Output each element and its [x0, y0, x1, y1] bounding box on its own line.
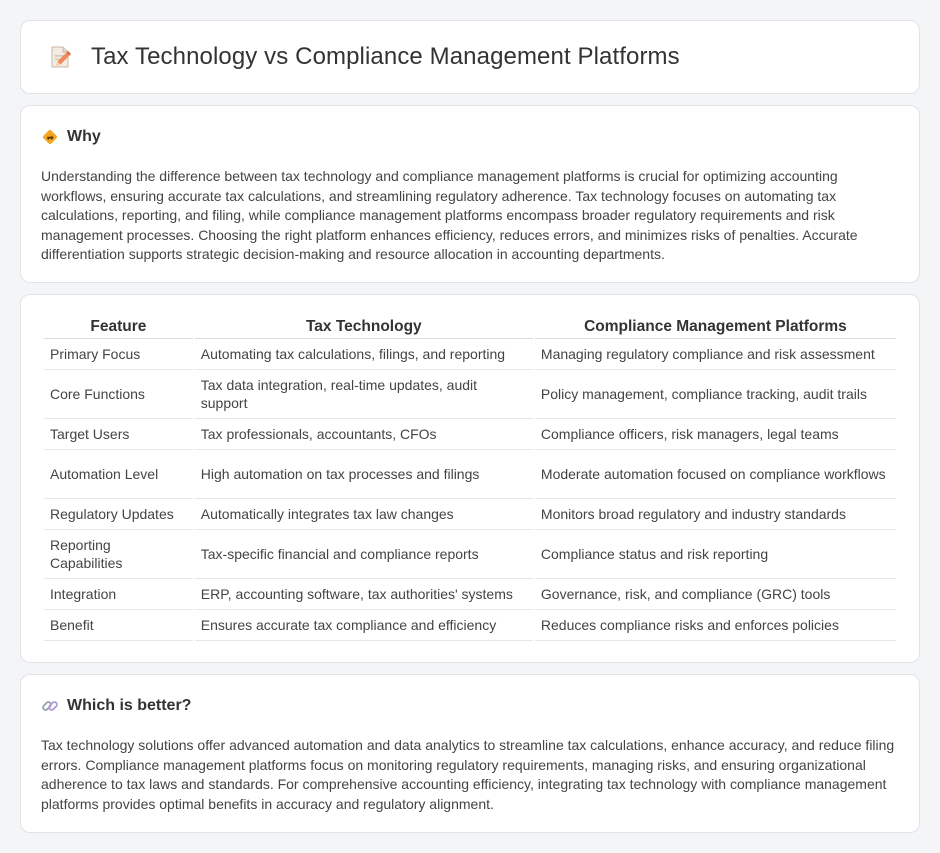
- why-text: Understanding the difference between tax…: [41, 168, 858, 263]
- table-header-row: Feature Tax Technology Compliance Manage…: [44, 317, 896, 339]
- compliance-platform-cell: Reduces compliance risks and enforces po…: [534, 610, 896, 641]
- table-row: Regulatory Updates Automatically integra…: [44, 499, 896, 530]
- tax-technology-cell: Automatically integrates tax law changes: [194, 499, 533, 530]
- column-header-compliance-platforms: Compliance Management Platforms: [534, 317, 896, 339]
- which-section-header: Which is better?: [41, 697, 899, 715]
- comparison-table-card: Feature Tax Technology Compliance Manage…: [20, 294, 920, 663]
- feature-cell: Benefit: [44, 610, 193, 641]
- tax-technology-cell: High automation on tax processes and fil…: [194, 450, 533, 499]
- table-row: Reporting Capabilities Tax-specific fina…: [44, 530, 896, 579]
- tax-technology-cell: Tax-specific financial and compliance re…: [194, 530, 533, 579]
- table-row: Automation Level High automation on tax …: [44, 450, 896, 499]
- tax-technology-cell: Automating tax calculations, filings, an…: [194, 339, 533, 370]
- compliance-platform-cell: Managing regulatory compliance and risk …: [534, 339, 896, 370]
- column-header-tax-technology: Tax Technology: [194, 317, 533, 339]
- tax-technology-cell: Tax professionals, accountants, CFOs: [194, 419, 533, 450]
- feature-cell: Primary Focus: [44, 339, 193, 370]
- feature-cell: Target Users: [44, 419, 193, 450]
- why-section-header: Why: [41, 128, 899, 146]
- header-card: Tax Technology vs Compliance Management …: [20, 20, 920, 94]
- link-icon: [41, 697, 59, 715]
- feature-cell: Reporting Capabilities: [44, 530, 193, 579]
- which-text: Tax technology solutions offer advanced …: [41, 737, 895, 812]
- compliance-platform-cell: Moderate automation focused on complianc…: [534, 450, 896, 499]
- tax-technology-cell: ERP, accounting software, tax authoritie…: [194, 579, 533, 610]
- which-title: Which is better?: [67, 697, 192, 714]
- compliance-platform-cell: Compliance officers, risk managers, lega…: [534, 419, 896, 450]
- table-row: Benefit Ensures accurate tax compliance …: [44, 610, 896, 641]
- document-pencil-icon: [47, 44, 73, 70]
- why-section: Why Understanding the difference between…: [20, 105, 920, 283]
- tax-technology-cell: Ensures accurate tax compliance and effi…: [194, 610, 533, 641]
- feature-cell: Automation Level: [44, 450, 193, 499]
- table-row: Primary Focus Automating tax calculation…: [44, 339, 896, 370]
- table-row: Target Users Tax professionals, accounta…: [44, 419, 896, 450]
- why-title: Why: [67, 128, 101, 145]
- compliance-platform-cell: Policy management, compliance tracking, …: [534, 370, 896, 419]
- diamond-sign-icon: [41, 128, 59, 146]
- compliance-platform-cell: Monitors broad regulatory and industry s…: [534, 499, 896, 530]
- feature-cell: Core Functions: [44, 370, 193, 419]
- comparison-table: Feature Tax Technology Compliance Manage…: [42, 317, 898, 641]
- table-row: Integration ERP, accounting software, ta…: [44, 579, 896, 610]
- which-section: Which is better? Tax technology solution…: [20, 674, 920, 833]
- feature-cell: Regulatory Updates: [44, 499, 193, 530]
- compliance-platform-cell: Compliance status and risk reporting: [534, 530, 896, 579]
- table-row: Core Functions Tax data integration, rea…: [44, 370, 896, 419]
- compliance-platform-cell: Governance, risk, and compliance (GRC) t…: [534, 579, 896, 610]
- column-header-feature: Feature: [44, 317, 193, 339]
- feature-cell: Integration: [44, 579, 193, 610]
- tax-technology-cell: Tax data integration, real-time updates,…: [194, 370, 533, 419]
- page-title: Tax Technology vs Compliance Management …: [91, 43, 680, 70]
